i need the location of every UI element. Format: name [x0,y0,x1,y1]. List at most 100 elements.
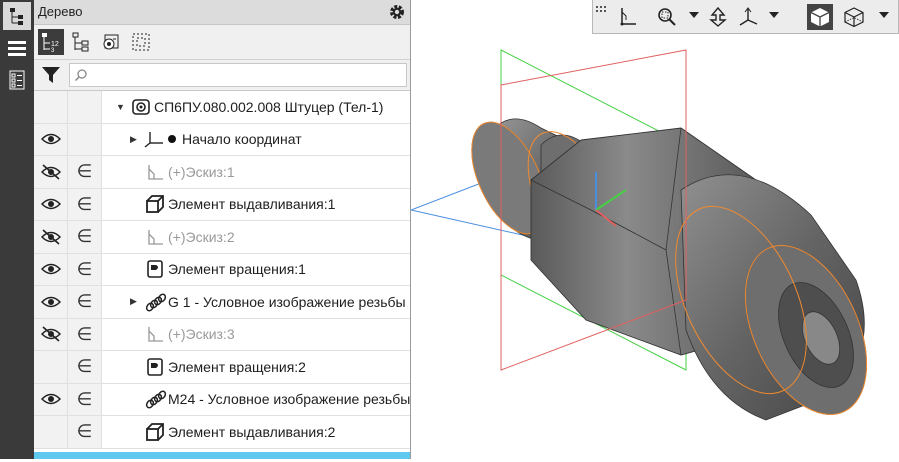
properties-button[interactable] [3,66,31,94]
tree-node[interactable]: M24 - Условное изображение резьбы [130,384,410,416]
svg-text:3: 3 [51,48,55,53]
tree-row[interactable]: ▼ СП6ПУ.080.002.008 Штуцер (Тел-1) [34,91,410,124]
settings-view-icon [103,34,119,50]
tree-node[interactable]: ▼ СП6ПУ.080.002.008 Штуцер (Тел-1) [116,91,383,123]
revolve-icon [144,259,166,279]
visibility-cell[interactable] [34,416,68,448]
tree-node[interactable]: (+) Эскиз:3 [130,319,235,351]
gear-icon[interactable] [388,3,406,21]
zoom-button[interactable] [653,4,679,30]
pan-button[interactable] [705,4,731,30]
eye-icon[interactable] [34,188,68,220]
tree-row[interactable]: ∈ (+) Эскиз:1 [34,156,410,189]
wireframe-cube-icon [844,7,864,28]
tree-search-input[interactable] [69,63,407,87]
hidden-eye-icon[interactable] [34,221,68,253]
tree-panel-button[interactable] [3,2,31,30]
rotate-axes-icon [739,7,758,26]
left-sidebar [0,0,34,459]
extrude-icon [144,422,166,442]
tree-node[interactable]: Элемент вращения:1 [130,254,306,286]
shaded-mode-button[interactable] [807,4,833,30]
include-marker[interactable]: ∈ [68,221,102,253]
expand-arrow-icon[interactable]: ▶ [130,134,144,145]
expand-arrow-icon[interactable]: ▶ [130,296,144,307]
select-button[interactable] [128,29,154,55]
numbered-tree-icon: 123 [42,33,59,53]
tree-node[interactable]: Элемент выдавливания:2 [130,416,335,448]
eye-icon[interactable] [34,383,68,415]
tree-node-label: Эскиз:2 [185,228,235,245]
wireframe-mode-button[interactable] [841,4,867,30]
tree-row[interactable]: ∈ (+) Эскиз:3 [34,318,410,351]
tree-node-label: G 1 - Условное изображение резьбы [168,293,406,310]
eye-icon[interactable] [34,286,68,318]
tree-row[interactable]: ∈ (+) Эскиз:2 [34,221,410,254]
tree-node-label: Элемент вращения:1 [168,261,306,278]
tree-row[interactable]: ∈ Элемент выдавливания:2 [34,416,410,449]
hierarchy-view-button[interactable] [68,29,94,55]
orientation-button[interactable] [615,4,641,30]
sketch-prefix: (+) [168,326,186,343]
filter-row [34,60,410,91]
rotate-button[interactable] [735,4,761,30]
tree-node[interactable]: ▶ G 1 - Условное изображение резьбы [130,286,406,318]
sketch-icon [144,227,166,247]
display-settings-button[interactable] [98,29,124,55]
tree-node[interactable]: Элемент выдавливания:1 [130,189,335,221]
structure-view-button[interactable]: 12 3 [38,29,64,55]
selection-frame-icon [132,33,150,51]
rotate-dropdown-icon[interactable] [769,12,779,18]
tree-row[interactable]: ▶ Начало координат [34,123,410,156]
include-marker[interactable]: ∈ [68,383,102,415]
thread-icon [144,389,166,409]
tree-list: ▼ СП6ПУ.080.002.008 Штуцер (Тел-1) ▶ Начало… [34,91,410,449]
sketch-prefix: (+) [168,163,186,180]
zoom-dropdown-icon[interactable] [689,12,699,18]
display-mode-dropdown-icon[interactable] [879,12,889,18]
include-marker[interactable]: ∈ [68,286,102,318]
tree-row[interactable]: ∈ Элемент выдавливания:1 [34,188,410,221]
include-marker[interactable]: ∈ [68,253,102,285]
tree-bottom-indicator [34,452,410,459]
tree-node[interactable]: (+) Эскиз:1 [130,156,235,188]
tree-node-label: Эскиз:1 [185,163,235,180]
tree-node[interactable]: ▶ Начало координат [130,124,302,156]
tree-node[interactable]: Элемент вращения:2 [130,351,306,383]
tree-node[interactable]: (+) Эскиз:2 [130,221,235,253]
hierarchy-icon [72,32,89,52]
thread-icon [144,292,166,312]
eye-icon[interactable] [34,123,68,155]
include-marker[interactable]: ∈ [68,351,102,383]
include-marker[interactable]: ∈ [68,318,102,350]
include-marker[interactable]: ∈ [68,188,102,220]
hidden-eye-icon[interactable] [34,156,68,188]
hidden-eye-icon[interactable] [34,318,68,350]
visibility-cell[interactable] [34,351,68,383]
eye-icon[interactable] [34,253,68,285]
extrude-icon [144,194,166,214]
tree-row[interactable]: ∈ Элемент вращения:1 [34,253,410,286]
tree-node-label: Начало координат [182,131,302,148]
tree-panel: Дерево 12 3 ▼ СП6ПУ.080.002.008 Штуцер (Те… [34,0,411,459]
include-marker[interactable] [68,91,102,123]
zoom-icon [658,8,676,26]
filter-icon[interactable] [41,65,61,85]
tree-row[interactable]: ∈ Элемент вращения:2 [34,351,410,384]
tree-toolbar: 12 3 [34,25,410,60]
include-marker[interactable]: ∈ [68,416,102,448]
search-icon [74,69,87,82]
grip-icon[interactable] [595,5,607,17]
expand-arrow-icon[interactable]: ▼ [116,102,130,112]
tree-node-label: Эскиз:3 [185,326,235,343]
sketch-prefix: (+) [168,228,186,245]
3d-viewport[interactable] [409,0,899,459]
visibility-cell[interactable] [34,91,68,123]
menu-button[interactable] [3,34,31,62]
include-marker[interactable]: ∈ [68,156,102,188]
include-marker[interactable] [68,123,102,155]
hamburger-icon [8,41,26,56]
tree-row[interactable]: ∈ M24 - Условное изображение резьбы [34,383,410,416]
tree-row[interactable]: ∈ ▶ G 1 - Условное изображение резьбы [34,286,410,319]
panel-title: Дерево [38,4,83,19]
